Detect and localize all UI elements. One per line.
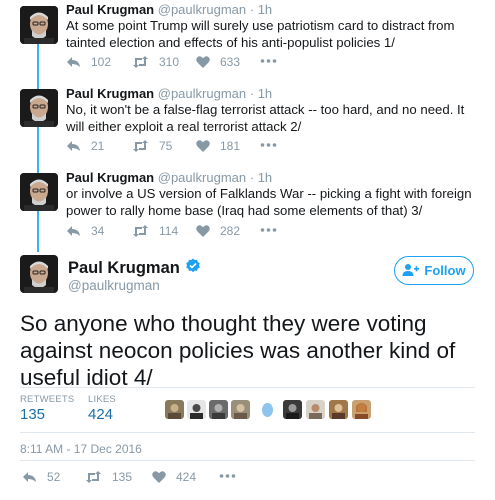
author-handle[interactable]: @paulkrugman — [158, 2, 246, 17]
like-button[interactable]: 424 — [152, 470, 196, 484]
reply-icon — [22, 471, 37, 483]
reply-count: 102 — [91, 55, 112, 69]
retweet-count: 135 — [112, 470, 133, 484]
like-count: 633 — [220, 55, 241, 69]
tweet-time[interactable]: 1h — [258, 170, 272, 185]
like-count: 282 — [220, 224, 241, 238]
reply-button[interactable]: 34 — [66, 224, 104, 238]
retweet-icon — [132, 225, 149, 237]
reply-button[interactable]: 52 — [22, 470, 60, 484]
reply-button[interactable]: 21 — [66, 139, 104, 153]
avatar[interactable] — [20, 6, 58, 44]
retweet-count: 310 — [159, 55, 180, 69]
more-icon — [260, 55, 277, 67]
liker-avatar[interactable] — [165, 400, 184, 419]
tweet-time[interactable]: 1h — [258, 2, 272, 17]
author-handle[interactable]: @paulkrugman — [158, 86, 246, 101]
likes-stat-value[interactable]: 424 — [88, 406, 113, 423]
main-avatar[interactable] — [20, 255, 58, 293]
header-separator: · — [249, 86, 255, 101]
reply-icon — [66, 56, 81, 68]
more-icon — [219, 470, 236, 482]
reply-count: 21 — [91, 139, 105, 153]
divider — [20, 387, 475, 388]
liker-avatar[interactable] — [231, 400, 250, 419]
author-name[interactable]: Paul Krugman — [66, 86, 154, 101]
reply-icon — [66, 140, 81, 152]
thread-tweet-2[interactable]: Paul Krugman @paulkrugman · 1h No, it wo… — [0, 84, 495, 166]
retweet-button[interactable]: 75 — [132, 139, 172, 153]
header-separator: · — [249, 2, 255, 17]
divider — [20, 432, 475, 433]
liker-avatar[interactable] — [352, 400, 371, 419]
main-tweet-text: So anyone who thought they were voting a… — [20, 311, 456, 390]
retweet-count: 114 — [159, 224, 179, 238]
thread-tweet-1[interactable]: Paul Krugman @paulkrugman · 1h At some p… — [0, 0, 495, 82]
more-button[interactable] — [260, 139, 277, 151]
more-icon — [260, 139, 277, 151]
verified-icon — [185, 258, 201, 279]
like-count: 424 — [176, 470, 197, 484]
tweet-header: Paul Krugman @paulkrugman · 1h — [66, 170, 272, 185]
divider — [20, 460, 475, 461]
avatar[interactable] — [20, 89, 58, 127]
follow-person-icon — [402, 263, 420, 279]
retweet-button[interactable]: 114 — [132, 224, 178, 238]
avatar[interactable] — [20, 173, 58, 211]
header-separator: · — [249, 170, 255, 185]
retweet-icon — [85, 471, 102, 483]
retweet-button[interactable]: 135 — [85, 470, 132, 484]
liker-avatar[interactable] — [283, 400, 302, 419]
tweet-text: At some point Trump will surely use patr… — [66, 18, 455, 50]
author-name[interactable]: Paul Krugman — [66, 170, 154, 185]
liker-avatar[interactable] — [187, 400, 206, 419]
reply-icon — [66, 225, 81, 237]
main-author-name-row: Paul Krugman — [68, 258, 201, 279]
retweet-button[interactable]: 310 — [132, 55, 179, 69]
like-icon — [152, 471, 166, 483]
tweet-time[interactable]: 1h — [258, 86, 272, 101]
retweet-icon — [132, 56, 149, 68]
retweets-stat-value[interactable]: 135 — [20, 406, 45, 423]
more-button[interactable] — [219, 470, 236, 482]
follow-label: Follow — [424, 263, 466, 278]
like-button[interactable]: 282 — [196, 224, 240, 238]
tweet-header: Paul Krugman @paulkrugman · 1h — [66, 86, 272, 101]
like-button[interactable]: 181 — [196, 139, 240, 153]
like-icon — [196, 225, 210, 237]
thread-tweet-3[interactable]: Paul Krugman @paulkrugman · 1h or involv… — [0, 168, 495, 250]
more-button[interactable] — [260, 224, 277, 236]
likes-stat-label: LIKES — [88, 394, 116, 405]
liker-avatar[interactable] — [258, 400, 277, 419]
like-icon — [196, 140, 210, 152]
tweet-text: or involve a US version of Falklands War… — [66, 186, 472, 218]
main-author-handle[interactable]: @paulkrugman — [68, 278, 160, 293]
liker-avatar[interactable] — [209, 400, 228, 419]
more-icon — [260, 224, 277, 236]
like-count: 181 — [220, 139, 241, 153]
liker-avatar[interactable] — [329, 400, 348, 419]
follow-button[interactable]: Follow — [394, 256, 474, 285]
liker-avatar[interactable] — [306, 400, 325, 419]
tweet-header: Paul Krugman @paulkrugman · 1h — [66, 2, 272, 17]
main-author-name[interactable]: Paul Krugman — [68, 259, 180, 278]
retweet-count: 75 — [159, 139, 173, 153]
reply-count: 52 — [47, 470, 61, 484]
more-button[interactable] — [260, 55, 277, 67]
retweet-icon — [132, 140, 149, 152]
retweets-stat-label: RETWEETS — [20, 394, 75, 405]
main-timestamp[interactable]: 8:11 AM - 17 Dec 2016 — [20, 442, 142, 456]
like-icon — [196, 56, 210, 68]
like-button[interactable]: 633 — [196, 55, 240, 69]
tweet-text: No, it won't be a false-flag terrorist a… — [66, 102, 465, 134]
reply-button[interactable]: 102 — [66, 55, 111, 69]
author-name[interactable]: Paul Krugman — [66, 2, 154, 17]
author-handle[interactable]: @paulkrugman — [158, 170, 246, 185]
reply-count: 34 — [91, 224, 105, 238]
